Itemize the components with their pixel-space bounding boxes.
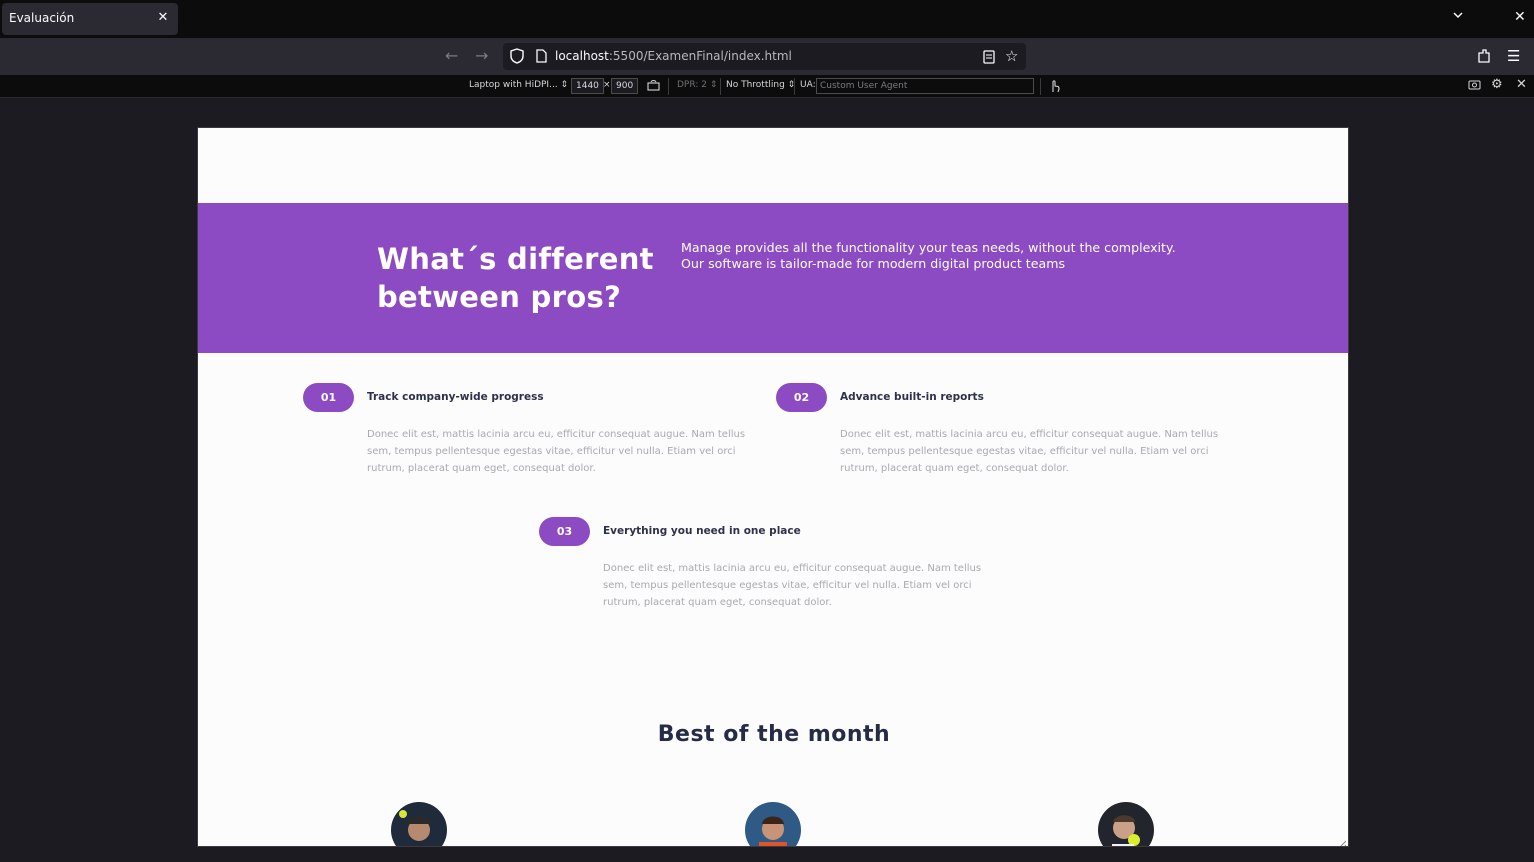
viewport-width-input[interactable]: 1440 (571, 78, 604, 94)
reader-view-icon[interactable] (983, 49, 995, 68)
user-agent-input[interactable]: Custom User Agent (816, 78, 1034, 94)
toolbar-separator (794, 78, 795, 95)
list-all-tabs-icon[interactable] (1452, 9, 1464, 24)
hero-section: What´s different between pros? Manage pr… (198, 203, 1348, 353)
responsive-design-toolbar: Laptop with HiDPI... ⇕ 1440 × 900 DPR: 2… (0, 75, 1534, 98)
forward-arrow-icon[interactable]: → (475, 47, 488, 65)
throttling-selector[interactable]: No Throttling ⇕ (726, 80, 795, 90)
toolbar-separator (1040, 78, 1041, 95)
throttling-label: No Throttling (726, 80, 785, 90)
url-host: localhost (555, 49, 609, 63)
feature-number-badge: 02 (776, 383, 827, 412)
url-text[interactable]: localhost:5500/ExamenFinal/index.html (555, 49, 792, 63)
resize-handle-icon[interactable] (1336, 834, 1347, 846)
feature-title: Track company-wide progress (367, 391, 544, 403)
url-bar[interactable]: localhost:5500/ExamenFinal/index.html ☆ (503, 43, 1026, 70)
shield-icon[interactable] (510, 48, 524, 68)
rotate-icon[interactable] (647, 79, 660, 94)
back-arrow-icon[interactable]: ← (445, 47, 458, 65)
best-of-month-title: Best of the month (657, 722, 891, 747)
browser-tab[interactable]: Evaluación ✕ (2, 3, 178, 35)
device-name: Laptop with HiDPI... (469, 80, 558, 90)
feature-body: Donec elit est, mattis lacinia arcu eu, … (603, 563, 982, 608)
feature-title: Advance built-in reports (840, 391, 984, 403)
navigation-bar: ← → localhost:5500/ExamenFinal/index.htm… (0, 38, 1534, 75)
ua-label: UA: (800, 80, 816, 90)
settings-gear-icon[interactable]: ⚙ (1491, 77, 1503, 92)
avatar (391, 802, 447, 846)
toolbar-separator (720, 78, 721, 95)
dpr-selector[interactable]: DPR: 2 ⇕ (677, 80, 717, 90)
bookmark-star-icon[interactable]: ☆ (1005, 47, 1018, 65)
extensions-icon[interactable] (1477, 48, 1491, 68)
toolbar-separator (668, 78, 669, 95)
avatar (1098, 802, 1154, 846)
tab-bar: Evaluación ✕ ✕ (0, 0, 1534, 38)
feature-number-badge: 03 (539, 517, 590, 546)
url-path: :5500/ExamenFinal/index.html (608, 49, 792, 63)
window-close-icon[interactable]: ✕ (1514, 9, 1526, 25)
feature-body: Donec elit est, mattis lacinia arcu eu, … (840, 429, 1219, 474)
screenshot-icon[interactable] (1468, 79, 1481, 93)
hamburger-menu-icon[interactable]: ☰ (1507, 47, 1520, 65)
hero-title: What´s different between pros? (377, 242, 654, 314)
feature-body: Donec elit est, mattis lacinia arcu eu, … (367, 429, 746, 474)
dpr-label: DPR: 2 (677, 80, 707, 90)
tab-close-icon[interactable]: ✕ (156, 10, 170, 26)
hero-text: Manage provides all the functionality yo… (681, 240, 1176, 271)
touch-simulation-icon[interactable] (1049, 79, 1060, 96)
page-viewport: What´s different between pros? Manage pr… (197, 127, 1349, 847)
tab-title: Evaluación (9, 11, 75, 25)
viewport-height-input[interactable]: 900 (611, 78, 639, 94)
dimension-separator: × (603, 80, 611, 90)
page-icon (536, 48, 547, 67)
feature-title: Everything you need in one place (603, 525, 801, 537)
device-selector[interactable]: Laptop with HiDPI... ⇕ (469, 80, 568, 90)
avatar (745, 802, 801, 846)
close-rdm-icon[interactable]: ✕ (1516, 77, 1527, 92)
feature-number-badge: 01 (303, 383, 354, 412)
